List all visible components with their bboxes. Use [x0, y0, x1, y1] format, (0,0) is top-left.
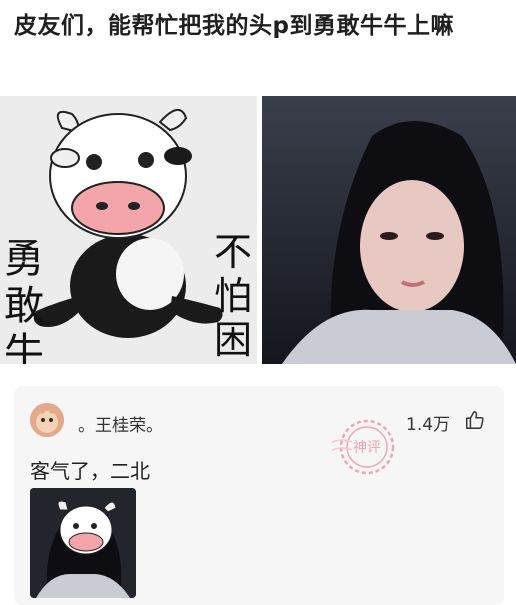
- featured-comment-stamp-icon: 神评: [332, 419, 395, 475]
- selfie-photo: [262, 96, 516, 364]
- edited-cow-head-photo: [30, 488, 136, 598]
- meme-caption-left: 勇敢牛牛: [4, 236, 44, 364]
- comment-image-thumbnail[interactable]: [30, 488, 136, 598]
- hot-comment-card: 。王桂荣。 神评 1.4万 客气了，二北: [14, 386, 504, 605]
- like-count: 1.4万: [406, 415, 451, 435]
- comment-text: 客气了，二北: [30, 459, 150, 483]
- avatar[interactable]: [30, 403, 64, 437]
- meme-image[interactable]: 勇敢牛牛 不怕困难: [0, 96, 257, 364]
- post-title: 皮友们，能帮忙把我的头p到勇敢牛牛上嘛: [14, 13, 454, 39]
- stamp-text: 神评: [353, 440, 381, 456]
- comment-username[interactable]: 。王桂荣。: [78, 411, 163, 436]
- thumbs-up-icon[interactable]: [464, 409, 486, 431]
- cat-avatar-icon: [30, 403, 64, 437]
- selfie-image[interactable]: [262, 96, 516, 364]
- meme-caption-right: 不怕困难: [214, 230, 253, 364]
